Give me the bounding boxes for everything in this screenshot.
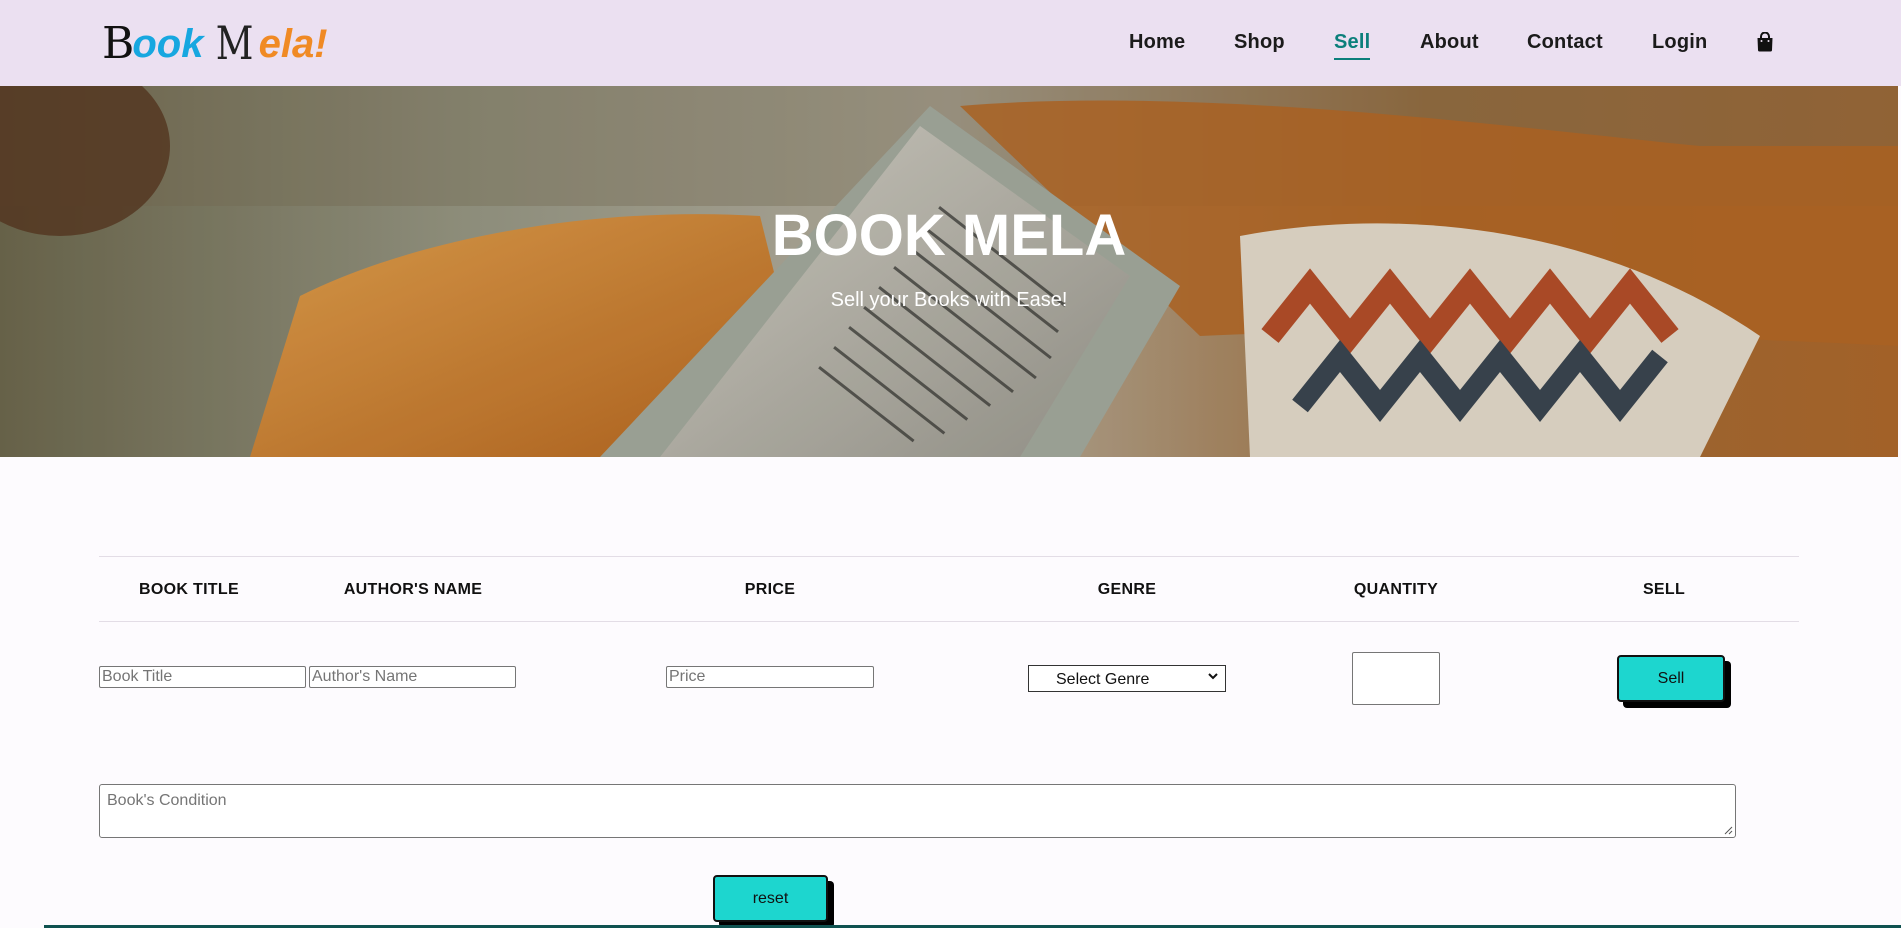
- book-title-input[interactable]: Book Title: [99, 666, 306, 688]
- shopping-bag-icon[interactable]: [1756, 32, 1774, 52]
- sell-button[interactable]: Sell: [1617, 655, 1725, 702]
- genre-selected-value: Select Genre: [1056, 671, 1150, 688]
- quantity-input[interactable]: [1352, 652, 1440, 705]
- price-placeholder: Price: [669, 668, 706, 685]
- header-genre: GENRE: [1097, 581, 1157, 598]
- hero-title: BOOK MELA: [771, 203, 1127, 268]
- table-header-divider: [99, 621, 1799, 622]
- logo-text-ela: ela!: [258, 22, 328, 66]
- logo-text-ook: ook: [132, 22, 204, 66]
- nav-login[interactable]: Login: [1652, 31, 1707, 54]
- resize-grip-icon[interactable]: [1724, 826, 1733, 835]
- author-name-input[interactable]: Author's Name: [309, 666, 516, 688]
- genre-select[interactable]: Select Genre: [1028, 665, 1226, 692]
- nav-about[interactable]: About: [1420, 31, 1479, 54]
- header-book-title: BOOK TITLE: [139, 581, 239, 598]
- nav-shop[interactable]: Shop: [1234, 31, 1285, 54]
- site-header: B ook M ela! Home Shop Sell About Contac…: [0, 0, 1901, 86]
- book-condition-textarea[interactable]: Book's Condition: [99, 784, 1736, 838]
- logo-letter-m: M: [216, 16, 254, 70]
- book-title-placeholder: Book Title: [102, 668, 173, 685]
- table-top-divider: [99, 556, 1799, 557]
- header-author-name: AUTHOR'S NAME: [343, 581, 483, 598]
- header-quantity: QUANTITY: [1353, 581, 1439, 598]
- author-name-placeholder: Author's Name: [312, 668, 418, 685]
- nav-contact[interactable]: Contact: [1527, 31, 1603, 54]
- header-price: PRICE: [744, 581, 796, 598]
- book-condition-placeholder: Book's Condition: [107, 792, 227, 809]
- price-input[interactable]: Price: [666, 666, 874, 688]
- hero-banner: BOOK MELA Sell your Books with Ease!: [0, 86, 1898, 457]
- brand-logo[interactable]: B ook M ela!: [102, 18, 328, 66]
- header-sell: SELL: [1642, 581, 1686, 598]
- nav-sell[interactable]: Sell: [1334, 31, 1371, 60]
- reset-button[interactable]: reset: [713, 875, 828, 922]
- nav-home[interactable]: Home: [1129, 31, 1185, 54]
- chevron-down-icon: [1208, 673, 1218, 680]
- hero-subtitle: Sell your Books with Ease!: [830, 289, 1068, 311]
- logo-letter-b: B: [102, 18, 134, 69]
- hero-background-image: [0, 86, 1898, 457]
